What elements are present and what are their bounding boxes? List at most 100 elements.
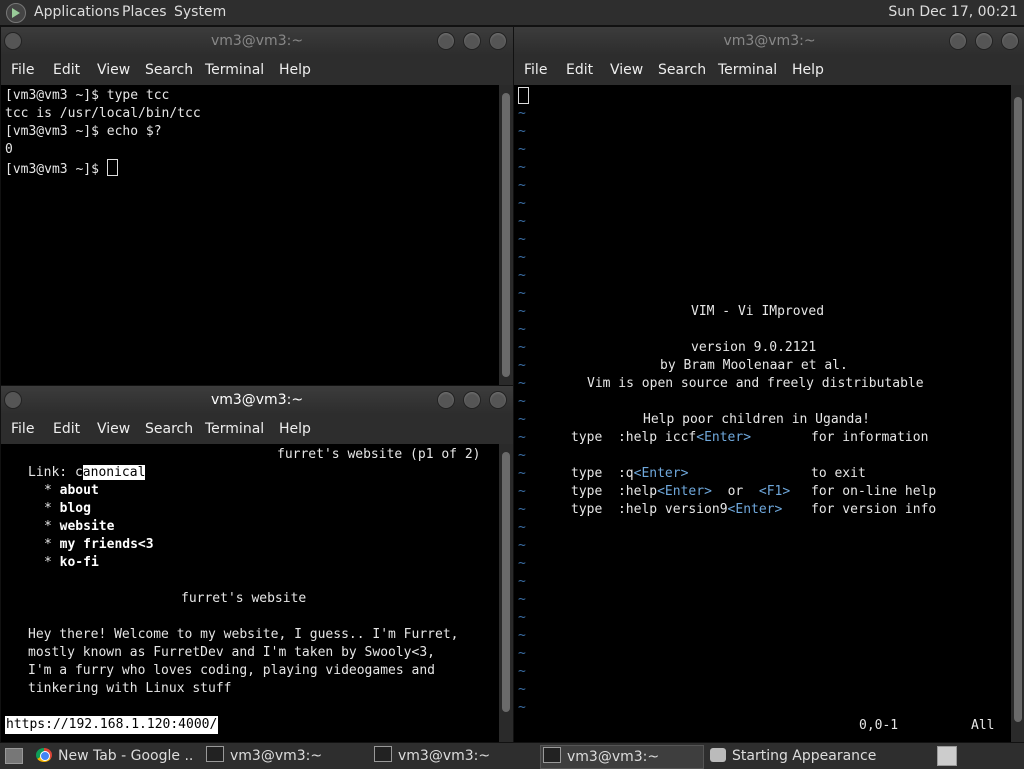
distro-logo-icon[interactable]: [6, 3, 26, 23]
clock[interactable]: Sun Dec 17, 00:21: [888, 4, 1018, 20]
scrollbar-thumb[interactable]: [502, 93, 510, 377]
tilde-marker: ~: [518, 628, 526, 643]
minimize-button[interactable]: [949, 32, 967, 50]
close-button[interactable]: [489, 391, 507, 409]
desktop-icon: [5, 748, 23, 764]
help-row: type :q<Enter>: [571, 465, 688, 483]
close-button[interactable]: [1001, 32, 1019, 50]
selected-link[interactable]: anonical: [82, 465, 146, 480]
tilde-marker: ~: [518, 268, 526, 283]
menu-help[interactable]: Help: [279, 62, 311, 78]
help-desc: to exit: [811, 466, 866, 481]
menu-view[interactable]: View: [97, 62, 130, 78]
menu-edit[interactable]: Edit: [53, 62, 80, 78]
task-label: vm3@vm3:~: [398, 748, 491, 764]
task-chrome[interactable]: New Tab - Google ...: [36, 745, 194, 767]
tilde-marker: ~: [518, 592, 526, 607]
menu-terminal[interactable]: Terminal: [718, 62, 777, 78]
terminal-window-top-left[interactable]: vm3@vm3:~ File Edit View Search Terminal…: [0, 26, 514, 386]
paragraph-line: tinkering with Linux stuff: [28, 681, 232, 696]
nav-link-blog[interactable]: blog: [60, 501, 91, 516]
system-menu[interactable]: System: [174, 4, 226, 20]
terminal-icon: [374, 746, 392, 762]
nav-item[interactable]: * ko-fi: [44, 554, 99, 572]
terminal-line: 0: [5, 142, 13, 157]
workspace-switcher[interactable]: [936, 745, 958, 767]
menu-help[interactable]: Help: [792, 62, 824, 78]
page-heading: furret's website: [181, 591, 307, 606]
tilde-marker: ~: [518, 646, 526, 661]
task-appearance[interactable]: Starting Appearance: [710, 745, 910, 767]
tilde-marker: ~: [518, 376, 526, 391]
terminal-output[interactable]: [vm3@vm3 ~]$ type tcc tcc is /usr/local/…: [1, 85, 499, 385]
tilde-marker: ~: [518, 106, 526, 121]
menu-file[interactable]: File: [11, 421, 34, 437]
taskbar: New Tab - Google ... vm3@vm3:~ vm3@vm3:~…: [0, 742, 1024, 769]
window-titlebar[interactable]: vm3@vm3:~: [514, 27, 1024, 55]
show-desktop-button[interactable]: [2, 745, 24, 767]
close-button[interactable]: [489, 32, 507, 50]
window-menu-icon[interactable]: [4, 32, 22, 50]
scrollbar[interactable]: [499, 444, 513, 742]
nav-link-website[interactable]: website: [60, 519, 115, 534]
tilde-marker: ~: [518, 124, 526, 139]
tilde-marker: ~: [518, 556, 526, 571]
menu-terminal[interactable]: Terminal: [205, 62, 264, 78]
text-cursor: [518, 87, 529, 104]
applications-menu[interactable]: Applications: [34, 4, 120, 20]
nav-link-about[interactable]: about: [60, 483, 99, 498]
terminal-window-bottom-left[interactable]: vm3@vm3:~ File Edit View Search Terminal…: [0, 385, 514, 743]
task-terminal[interactable]: vm3@vm3:~: [206, 745, 364, 767]
vim-editor[interactable]: ~ ~ ~ ~ ~ ~ ~ ~ ~ ~ ~ ~ ~ ~ ~ ~ ~ ~ ~ ~ ~ ~ ~ ~ ~ ~ ~ ~ ~ ~ ~ ~ ~ ~ VIM -…: [514, 85, 1011, 742]
nav-link-kofi[interactable]: ko-fi: [60, 555, 99, 570]
nav-item[interactable]: * my friends<3: [44, 536, 154, 554]
menu-view[interactable]: View: [97, 421, 130, 437]
task-label: Starting Appearance: [732, 748, 877, 764]
menu-terminal[interactable]: Terminal: [205, 421, 264, 437]
nav-link-friends[interactable]: my friends<3: [60, 537, 154, 552]
tilde-marker: ~: [518, 304, 526, 319]
tilde-marker: ~: [518, 232, 526, 247]
menu-view[interactable]: View: [610, 62, 643, 78]
nav-item[interactable]: * about: [44, 482, 99, 500]
nav-item[interactable]: * blog: [44, 500, 91, 518]
menu-edit[interactable]: Edit: [53, 421, 80, 437]
task-terminal-active[interactable]: vm3@vm3:~: [540, 745, 704, 769]
window-titlebar[interactable]: vm3@vm3:~: [1, 386, 513, 414]
maximize-button[interactable]: [463, 32, 481, 50]
tilde-marker: ~: [518, 196, 526, 211]
menu-search[interactable]: Search: [145, 62, 193, 78]
maximize-button[interactable]: [975, 32, 993, 50]
window-menu-icon[interactable]: [4, 391, 22, 409]
scrollbar[interactable]: [499, 85, 513, 385]
tilde-marker: ~: [518, 610, 526, 625]
maximize-button[interactable]: [463, 391, 481, 409]
menu-search[interactable]: Search: [658, 62, 706, 78]
task-terminal[interactable]: vm3@vm3:~: [374, 745, 532, 767]
scroll-indicator: All: [971, 718, 995, 733]
window-titlebar[interactable]: vm3@vm3:~: [1, 27, 513, 55]
help-or: or: [727, 484, 744, 499]
places-menu[interactable]: Places: [122, 4, 167, 20]
menu-edit[interactable]: Edit: [566, 62, 593, 78]
bullet: *: [44, 537, 52, 552]
tilde-marker: ~: [518, 412, 526, 427]
menu-search[interactable]: Search: [145, 421, 193, 437]
tilde-marker: ~: [518, 682, 526, 697]
scrollbar-thumb[interactable]: [1014, 97, 1022, 722]
cursor-position: 0,0-1: [859, 718, 899, 733]
tilde-marker: ~: [518, 394, 526, 409]
terminal-window-right[interactable]: vm3@vm3:~ File Edit View Search Terminal…: [513, 26, 1024, 743]
scrollbar[interactable]: [1011, 85, 1024, 742]
terminal-icon: [543, 747, 561, 763]
minimize-button[interactable]: [437, 391, 455, 409]
terminal-output[interactable]: furret's website (p1 of 2) Link: canonic…: [1, 444, 499, 742]
menu-file[interactable]: File: [11, 62, 34, 78]
nav-item[interactable]: * website: [44, 518, 114, 536]
task-label: New Tab - Google ...: [58, 748, 194, 764]
menu-help[interactable]: Help: [279, 421, 311, 437]
menu-file[interactable]: File: [524, 62, 547, 78]
scrollbar-thumb[interactable]: [502, 452, 510, 712]
minimize-button[interactable]: [437, 32, 455, 50]
workspace-icon: [937, 746, 957, 766]
